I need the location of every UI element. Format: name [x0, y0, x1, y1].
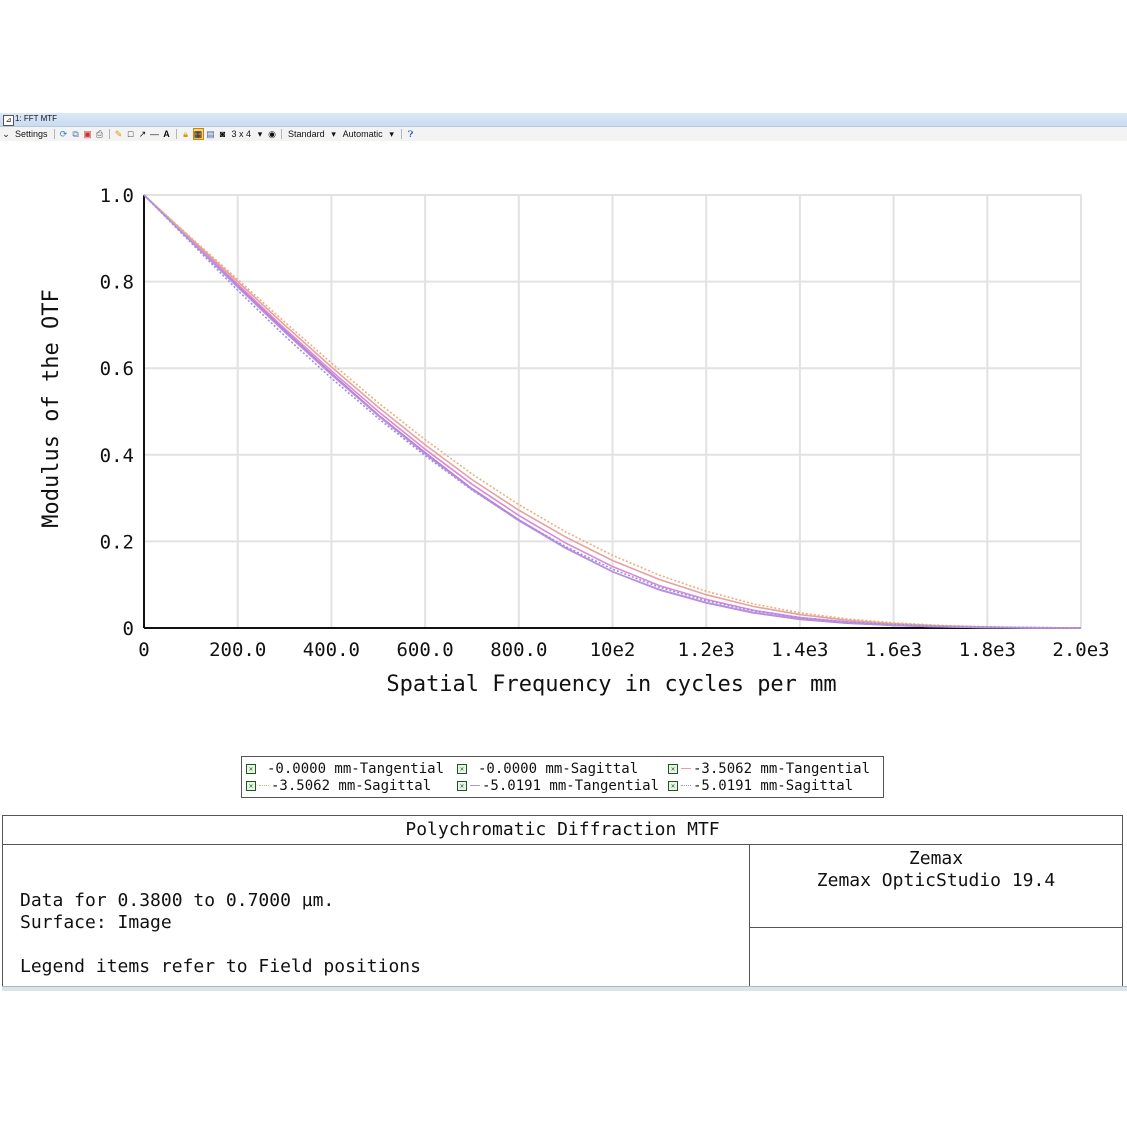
y-tick-label: 0.4 — [100, 445, 134, 467]
legend-label: -0.0000 mm-Sagittal — [478, 760, 639, 777]
legend-checkbox-icon[interactable]: ✕ — [246, 780, 256, 791]
x-axis-label: Spatial Frequency in cycles per mm — [386, 672, 836, 697]
legend-label: -0.0000 mm-Tangential — [267, 760, 445, 777]
scrollbar[interactable] — [2, 986, 1127, 991]
x-tick-label: 400.0 — [303, 639, 360, 661]
chevron-down-icon[interactable]: ▾ — [387, 128, 397, 140]
pencil-icon[interactable]: ✎ — [114, 128, 124, 140]
grid-layer — [143, 194, 1082, 629]
y-tick-label: 0 — [123, 618, 134, 640]
x-tick-label: 600.0 — [396, 639, 453, 661]
grid-size-dropdown[interactable]: 3 x 4 — [230, 128, 254, 140]
legend-item[interactable]: ✕ -0.0000 mm-Sagittal — [457, 760, 638, 777]
legend-swatch — [681, 768, 691, 769]
legend-checkbox-icon[interactable]: ✕ — [668, 780, 678, 791]
legend-checkbox-icon[interactable]: ✕ — [457, 780, 467, 791]
chevron-down-icon[interactable]: ▾ — [255, 128, 265, 140]
grid-icon[interactable]: ▦ — [192, 128, 204, 140]
help-icon[interactable]: ❓︎ — [406, 128, 416, 140]
toolbar: ⌄ Settings ⟳ ⧉ ▣ ⎙ ✎ □ ↗ — A 🔒︎ ▦ ▤ ◙ 3 … — [0, 127, 1127, 141]
legend-note-text: Legend items refer to Field positions — [20, 956, 421, 977]
legend-checkbox-icon[interactable]: ✕ — [246, 763, 256, 774]
legend-swatch — [259, 785, 269, 786]
chart-legend: ✕ -0.0000 mm-Tangential ✕ -0.0000 mm-Sag… — [241, 756, 884, 798]
y-tick-label: 1.0 — [100, 185, 134, 207]
chevron-down-icon[interactable]: ▾ — [329, 128, 339, 140]
info-title: Polychromatic Diffraction MTF — [3, 816, 1122, 845]
x-tick-label: 10e2 — [590, 639, 636, 661]
surface-text: Surface: Image — [20, 912, 172, 933]
legend-swatch — [259, 768, 265, 769]
toolbar-separator — [53, 129, 55, 139]
info-box: Polychromatic Diffraction MTF Data for 0… — [2, 815, 1123, 987]
save-icon[interactable]: ▣ — [83, 128, 93, 140]
window-icon: ⊿ — [3, 115, 14, 126]
layers-icon[interactable]: ◙ — [218, 128, 228, 140]
y-tick-label: 0.2 — [100, 531, 134, 553]
print-icon[interactable]: ⎙ — [95, 128, 105, 140]
legend-row: ✕ -0.0000 mm-Tangential ✕ -0.0000 mm-Sag… — [242, 760, 883, 777]
legend-item[interactable]: ✕ -3.5062 mm-Sagittal — [246, 777, 431, 794]
settings-button[interactable]: Settings — [13, 128, 50, 140]
arrow-icon[interactable]: ↗ — [138, 128, 148, 140]
toolbar-separator — [108, 129, 110, 139]
legend-label: -5.0191 mm-Sagittal — [693, 777, 854, 794]
legend-item[interactable]: ✕ -5.0191 mm-Sagittal — [668, 777, 853, 794]
legend-row: ✕ -3.5062 mm-Sagittal ✕ -5.0191 mm-Tange… — [242, 777, 883, 794]
legend-checkbox-icon[interactable]: ✕ — [668, 763, 678, 774]
y-tick-label: 0.8 — [100, 272, 134, 294]
standard-dropdown[interactable]: Standard — [286, 128, 327, 140]
x-tick-label: 1.2e3 — [678, 639, 735, 661]
rectangle-icon[interactable]: □ — [126, 128, 136, 140]
window-title: 1: FFT MTF — [15, 114, 58, 123]
info-right-panel: Zemax Zemax OpticStudio 19.4 — [750, 845, 1122, 928]
target-icon[interactable]: ◉ — [267, 128, 277, 140]
info-left-panel: Data for 0.3800 to 0.7000 µm. Surface: I… — [3, 845, 750, 986]
legend-checkbox-icon[interactable]: ✕ — [457, 763, 467, 774]
x-tick-label: 0 — [138, 639, 149, 661]
toolbar-separator — [175, 129, 177, 139]
x-tick-label: 1.4e3 — [771, 639, 828, 661]
product-name: Zemax OpticStudio 19.4 — [816, 870, 1056, 891]
y-tick-label: 0.6 — [100, 358, 134, 380]
automatic-dropdown[interactable]: Automatic — [341, 128, 385, 140]
copy-icon[interactable]: ⧉ — [71, 128, 81, 140]
window-icon[interactable]: ▤ — [206, 128, 216, 140]
y-axis-label: Modulus of the OTF — [39, 289, 64, 527]
settings-chevron-icon[interactable]: ⌄ — [1, 128, 11, 140]
legend-swatch — [470, 785, 480, 786]
line-icon[interactable]: — — [150, 128, 160, 140]
x-tick-label: 800.0 — [490, 639, 547, 661]
legend-swatch — [681, 785, 691, 786]
text-icon[interactable]: A — [162, 128, 172, 140]
refresh-icon[interactable]: ⟳ — [59, 128, 69, 140]
x-tick-label: 1.6e3 — [865, 639, 922, 661]
legend-label: -5.0191 mm-Tangential — [482, 777, 660, 794]
window-titlebar: ⊿ 1: FFT MTF — [0, 113, 1127, 127]
chart-area: 0 200.0 400.0 600.0 800.0 10e2 1.2e3 1.4e3 1.6e3… — [0, 150, 1127, 730]
toolbar-separator — [400, 129, 402, 139]
x-tick-label: 2.0e3 — [1052, 639, 1109, 661]
legend-label: -3.5062 mm-Sagittal — [271, 777, 432, 794]
legend-item[interactable]: ✕ -3.5062 mm-Tangential — [668, 760, 870, 777]
lock-icon[interactable]: 🔒︎ — [181, 128, 191, 140]
legend-item[interactable]: ✕ -0.0000 mm-Tangential — [246, 760, 444, 777]
x-tick-label: 200.0 — [209, 639, 266, 661]
legend-item[interactable]: ✕ -5.0191 mm-Tangential — [457, 777, 659, 794]
info-right-empty-panel — [750, 928, 1122, 986]
toolbar-separator — [281, 129, 283, 139]
legend-label: -3.5062 mm-Tangential — [693, 760, 871, 777]
x-tick-label: 1.8e3 — [959, 639, 1016, 661]
mtf-chart: 0 200.0 400.0 600.0 800.0 10e2 1.2e3 1.4e3 1.6e3… — [39, 185, 1110, 697]
company-name: Zemax — [908, 848, 964, 869]
legend-swatch — [470, 768, 476, 769]
data-range-text: Data for 0.3800 to 0.7000 µm. — [20, 890, 335, 911]
